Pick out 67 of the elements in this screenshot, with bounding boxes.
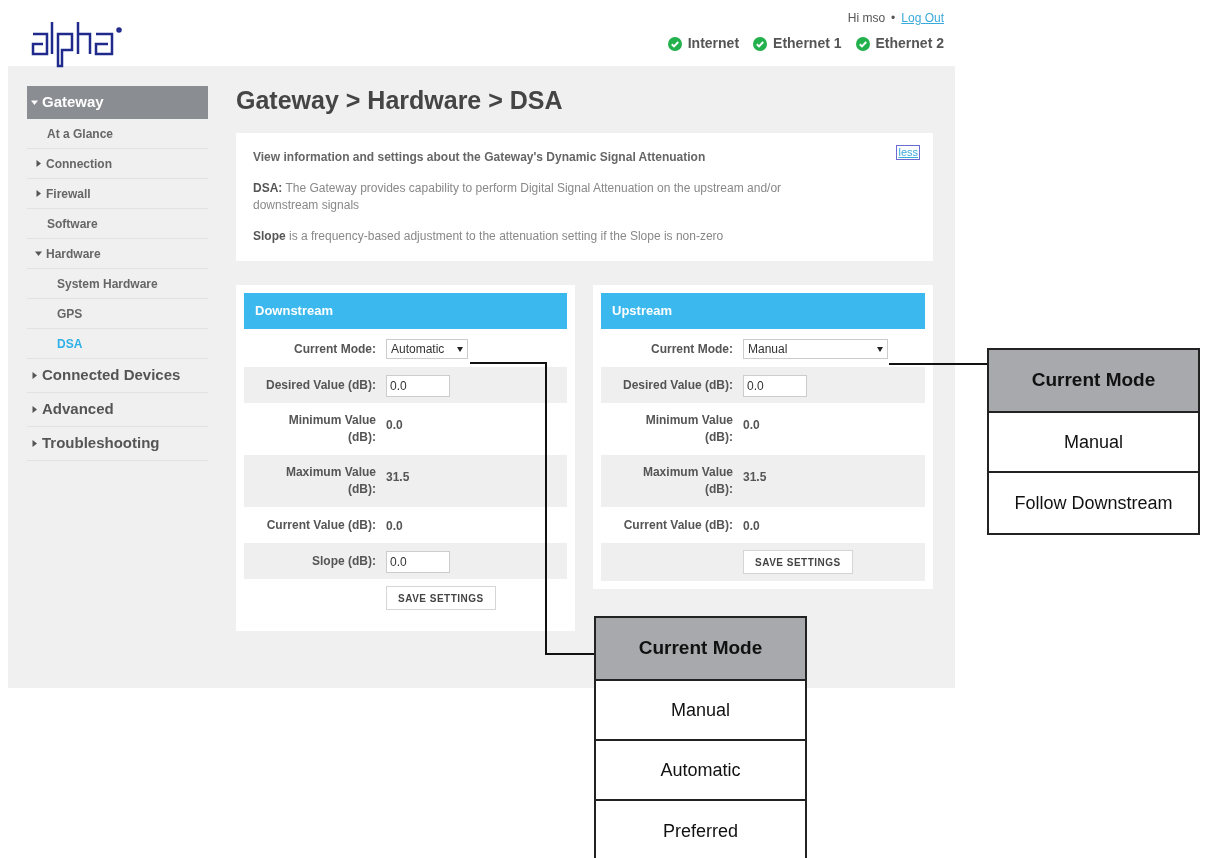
table-cell: Automatic (596, 741, 805, 801)
field-label: Maximum Value (dB): (641, 464, 733, 498)
value-text: 31.5 (743, 470, 767, 484)
field-label: Desired Value (dB): (264, 376, 376, 394)
greeting-text: Hi mso (847, 10, 886, 27)
check-circle-icon (753, 36, 768, 51)
field-label: Maximum Value (dB): (284, 464, 376, 498)
value-text: 0.0 (743, 418, 760, 432)
logout-link[interactable]: Log Out (901, 9, 944, 27)
connection-status: Ethernet 1 (773, 34, 842, 53)
caret-down-icon (31, 99, 38, 106)
panel-title: Downstream (244, 293, 567, 329)
check-circle-icon (855, 36, 870, 51)
value-text: 0.0 (386, 418, 403, 432)
field-label: Minimum Value (dB): (287, 412, 376, 446)
less-link[interactable]: less (896, 145, 920, 160)
sidebar-item[interactable]: Software (27, 209, 208, 239)
table-cell: Manual (596, 681, 805, 741)
save-settings-button[interactable]: SAVE SETTINGS (743, 550, 853, 574)
mode-dropdown[interactable]: Manual (743, 339, 888, 359)
field-label: Minimum Value (dB): (644, 412, 733, 446)
field-label: Desired Value (dB): (621, 376, 733, 394)
connection-status: Internet (687, 34, 740, 53)
sidebar-item[interactable]: Hardware (27, 239, 208, 269)
field-label: Slope (dB): (311, 552, 376, 570)
panel-title: Upstream (601, 293, 925, 329)
value-text: 0.0 (386, 519, 403, 533)
field-label: Current Mode: (650, 340, 733, 358)
value-text: 0.0 (743, 519, 760, 533)
sidebar-item[interactable]: Firewall (27, 179, 208, 209)
mode-dropdown[interactable]: Automatic (386, 339, 468, 359)
sidebar-item[interactable]: GPS (27, 299, 208, 329)
separator-dot: • (891, 10, 896, 27)
value-input[interactable]: 0.0 (386, 551, 450, 573)
field-label: Current Value (dB): (265, 516, 376, 534)
check-circle-icon (667, 36, 682, 51)
caret-right-icon (31, 406, 38, 413)
table-header: Current Mode (989, 350, 1198, 413)
sidebar-item[interactable]: Troubleshooting (27, 427, 208, 461)
sidebar-item[interactable]: Advanced (27, 393, 208, 427)
table-cell: Manual (989, 413, 1198, 473)
info-text: DSA: The Gateway provides capability to perform Digital Signal Attenuation on the upstream and/or downstream signals (253, 180, 783, 214)
sidebar-item[interactable]: System Hardware (27, 269, 208, 299)
value-input[interactable]: 0.0 (386, 375, 450, 397)
caret-right-icon (35, 160, 42, 167)
caret-right-icon (31, 372, 38, 379)
dropdown-caret-icon (877, 346, 883, 352)
caret-right-icon (31, 440, 38, 447)
table-cell-text: Preferred (661, 819, 739, 843)
value-input[interactable]: 0.0 (743, 375, 807, 397)
connection-status: Ethernet 2 (875, 34, 944, 53)
dropdown-caret-icon (457, 346, 463, 352)
value-text: 31.5 (386, 470, 410, 484)
info-heading: View information and settings about the Gateway's Dynamic Signal Attenuation (253, 149, 706, 166)
caret-right-icon (35, 190, 42, 197)
page-title: Gateway > Hardware > DSA (236, 85, 564, 115)
info-text: Slope is a frequency-based adjustment to the attenuation setting if the Slope is non-zero (253, 228, 725, 245)
field-label: Current Mode: (293, 340, 376, 358)
table-header: Current Mode (596, 618, 805, 681)
sidebar-item[interactable]: Connection (27, 149, 208, 179)
save-settings-button[interactable]: SAVE SETTINGS (386, 586, 496, 610)
field-label: Current Value (dB): (622, 516, 733, 534)
caret-down-icon (35, 250, 42, 257)
sidebar-item[interactable]: At a Glance (27, 119, 208, 149)
sidebar-item[interactable]: Gateway (27, 86, 208, 119)
sidebar-item[interactable]: Connected Devices (27, 359, 208, 393)
table-cell-text: Follow Downstream (1013, 491, 1174, 515)
